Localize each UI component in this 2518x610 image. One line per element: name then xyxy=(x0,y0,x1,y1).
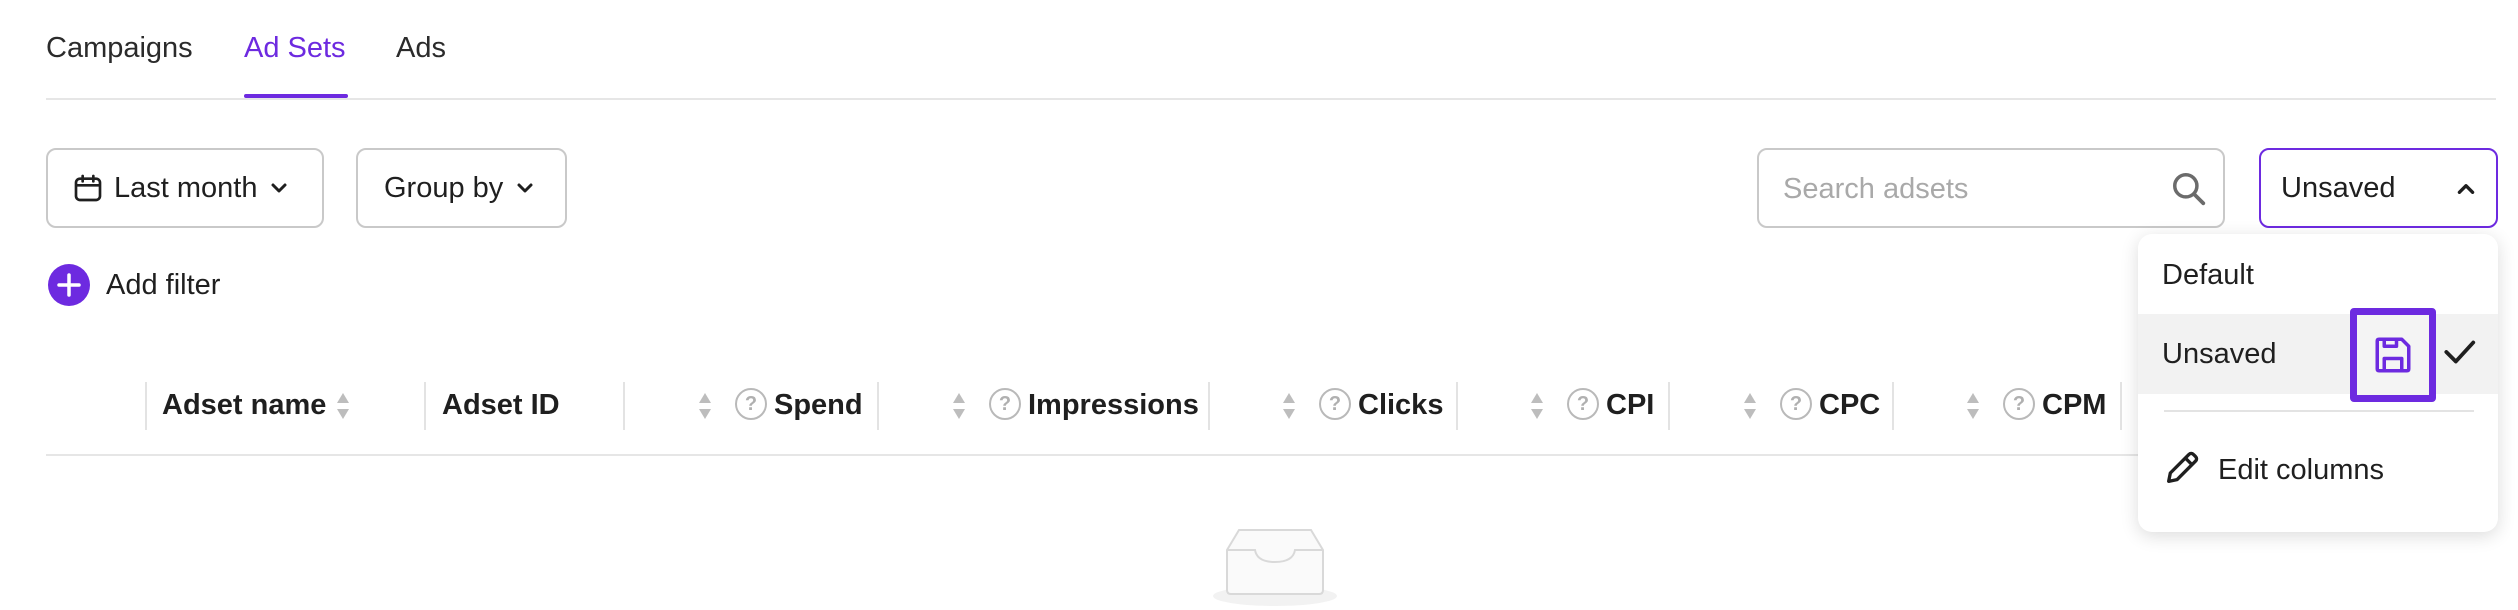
column-separator xyxy=(2120,382,2122,430)
active-tab-indicator xyxy=(244,94,348,98)
column-header-cpc[interactable]: CPC xyxy=(1819,389,1880,422)
group-by-button[interactable]: Group by xyxy=(356,148,567,228)
sort-icon[interactable] xyxy=(1281,390,1297,422)
date-range-button[interactable]: Last month xyxy=(46,148,324,228)
column-separator xyxy=(1892,382,1894,430)
tab-ad-sets[interactable]: Ad Sets xyxy=(244,32,346,65)
edit-columns-label: Edit columns xyxy=(2218,454,2385,486)
add-filter-label: Add filter xyxy=(106,268,221,301)
help-icon[interactable]: ? xyxy=(1567,388,1599,420)
help-icon[interactable]: ? xyxy=(2003,388,2035,420)
sort-icon[interactable] xyxy=(335,390,351,422)
table-header: Adset name Adset ID ? Spend ? Impression… xyxy=(46,370,2146,456)
view-option-label: Default xyxy=(2162,259,2254,291)
add-filter-button[interactable]: Add filter xyxy=(48,264,220,306)
view-selector-label: Unsaved xyxy=(2281,172,2396,204)
column-header-cpi[interactable]: CPI xyxy=(1606,389,1654,422)
column-separator xyxy=(623,382,625,430)
chevron-up-icon xyxy=(2457,184,2475,194)
help-icon[interactable]: ? xyxy=(1780,388,1812,420)
edit-columns-button[interactable]: Edit columns xyxy=(2138,434,2498,504)
sort-icon[interactable] xyxy=(1742,390,1758,422)
search-box xyxy=(1757,148,2225,228)
column-header-clicks[interactable]: Clicks xyxy=(1358,389,1443,422)
pencil-icon xyxy=(2167,451,2199,483)
menu-divider xyxy=(2164,410,2474,412)
view-option-default[interactable]: Default xyxy=(2138,244,2498,302)
column-header-adset-id[interactable]: Adset ID xyxy=(442,389,560,422)
search-input[interactable] xyxy=(1781,168,2145,210)
help-icon[interactable]: ? xyxy=(989,388,1021,420)
sort-icon[interactable] xyxy=(1965,390,1981,422)
save-icon xyxy=(2375,337,2411,373)
checkmark-icon xyxy=(2444,340,2476,364)
tab-ads[interactable]: Ads xyxy=(396,32,446,65)
search-icon[interactable] xyxy=(2170,170,2208,208)
help-icon[interactable]: ? xyxy=(735,388,767,420)
column-header-spend[interactable]: Spend xyxy=(774,389,863,422)
view-option-label: Unsaved xyxy=(2162,338,2277,370)
calendar-icon xyxy=(74,174,102,202)
column-header-cpm[interactable]: CPM xyxy=(2042,389,2106,422)
empty-inbox-icon xyxy=(1213,529,1337,606)
tab-bar: Campaigns Ad Sets Ads xyxy=(46,0,2496,100)
help-icon[interactable]: ? xyxy=(1319,388,1351,420)
save-view-button[interactable] xyxy=(2350,308,2436,402)
view-selector-button[interactable]: Unsaved xyxy=(2259,148,2498,228)
chevron-down-icon xyxy=(517,183,533,193)
column-separator xyxy=(877,382,879,430)
views-dropdown-menu: Default Unsaved Edit columns xyxy=(2138,234,2498,532)
date-range-label: Last month xyxy=(114,171,258,204)
chevron-down-icon xyxy=(271,183,287,193)
group-by-label: Group by xyxy=(384,171,504,204)
column-header-impressions[interactable]: Impressions xyxy=(1028,389,1199,422)
sort-icon[interactable] xyxy=(951,390,967,422)
column-separator xyxy=(1668,382,1670,430)
column-separator xyxy=(1456,382,1458,430)
column-separator xyxy=(1208,382,1210,430)
column-separator xyxy=(424,382,426,430)
sort-icon[interactable] xyxy=(697,390,713,422)
column-separator xyxy=(145,382,147,430)
sort-icon[interactable] xyxy=(1529,390,1545,422)
column-header-adset-name[interactable]: Adset name xyxy=(162,389,326,422)
plus-icon xyxy=(48,264,90,306)
tab-campaigns[interactable]: Campaigns xyxy=(46,32,193,65)
